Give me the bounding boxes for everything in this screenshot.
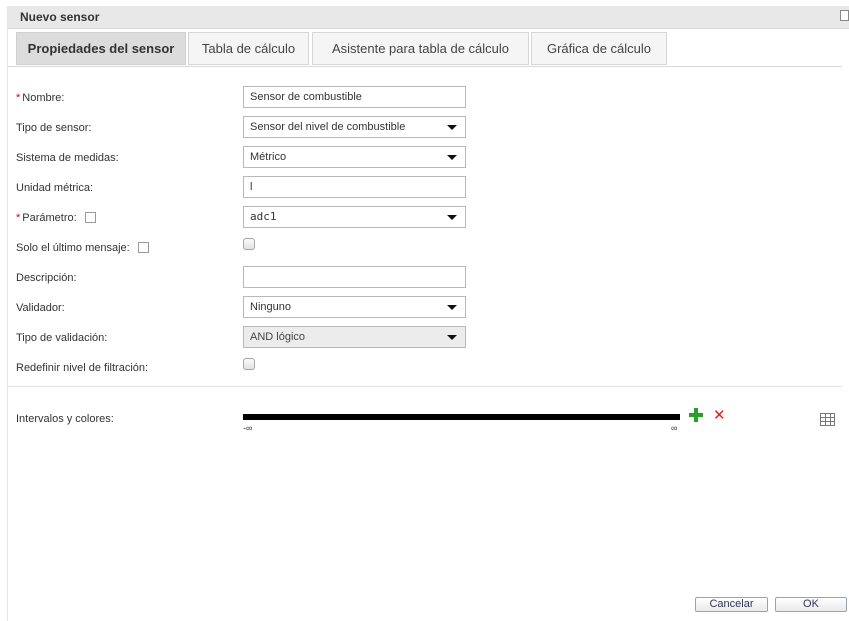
- dialog-titlebar: Nuevo sensor: [8, 6, 849, 29]
- measure-system-select[interactable]: Métrico: [243, 146, 466, 168]
- parameter-value: adc1: [250, 210, 277, 223]
- measure-system-label: Sistema de medidas:: [16, 152, 119, 164]
- validator-value: Ninguno: [250, 301, 291, 313]
- tab-calculation-table-wizard[interactable]: Asistente para tabla de cálculo: [312, 32, 529, 65]
- tab-calculation-table[interactable]: Tabla de cálculo: [188, 32, 309, 65]
- parameter-toggle-checkbox[interactable]: [84, 211, 96, 223]
- dialog-title: Nuevo sensor: [20, 10, 100, 24]
- maximize-icon[interactable]: [840, 10, 849, 21]
- redefine-filter-checkbox[interactable]: [243, 358, 255, 370]
- section-divider: [8, 386, 842, 387]
- validator-label: Validador:: [16, 302, 65, 314]
- sensor-type-label: Tipo de sensor:: [16, 122, 92, 134]
- chevron-down-icon: [447, 335, 457, 340]
- range-max-label: ∞: [671, 423, 678, 433]
- validator-select[interactable]: Ninguno: [243, 296, 466, 318]
- tab-calculation-chart[interactable]: Gráfica de cálculo: [531, 32, 667, 65]
- chevron-down-icon: [447, 125, 457, 130]
- description-input[interactable]: [243, 266, 466, 288]
- metric-unit-input[interactable]: l: [243, 176, 466, 198]
- name-label: * Nombre:: [16, 92, 65, 104]
- last-message-label: Solo el último mensaje:: [16, 241, 149, 254]
- tab-divider: [8, 66, 842, 67]
- plus-icon[interactable]: [689, 408, 703, 422]
- required-mark: *: [16, 212, 21, 224]
- chevron-down-icon: [447, 155, 457, 160]
- validation-type-label: Tipo de validación:: [16, 332, 108, 344]
- last-message-label-checkbox[interactable]: [137, 241, 149, 253]
- table-icon[interactable]: [820, 413, 835, 426]
- name-input[interactable]: Sensor de combustible: [243, 86, 466, 108]
- validation-type-select: AND lógico: [243, 326, 466, 348]
- description-label: Descripción:: [16, 272, 77, 284]
- intervals-label: Intervalos y colores:: [16, 413, 114, 425]
- interval-range-bar[interactable]: [243, 414, 680, 420]
- measure-system-value: Métrico: [250, 151, 287, 163]
- ok-button[interactable]: OK: [775, 597, 847, 612]
- parameter-label: * Parámetro:: [16, 211, 96, 224]
- required-mark: *: [16, 92, 21, 104]
- tab-sensor-properties[interactable]: Propiedades del sensor: [16, 32, 186, 65]
- chevron-down-icon: [447, 305, 457, 310]
- last-message-checkbox[interactable]: [243, 238, 255, 250]
- validation-type-value: AND lógico: [250, 331, 306, 343]
- sensor-type-value: Sensor del nivel de combustible: [250, 121, 406, 133]
- cancel-button[interactable]: Cancelar: [695, 597, 768, 612]
- metric-unit-label: Unidad métrica:: [16, 182, 94, 194]
- parameter-select[interactable]: adc1: [243, 206, 466, 228]
- range-min-label: -∞: [243, 423, 253, 433]
- redefine-filter-label: Redefinir nivel de filtración:: [16, 362, 149, 374]
- chevron-down-icon: [447, 215, 457, 220]
- sensor-type-select[interactable]: Sensor del nivel de combustible: [243, 116, 466, 138]
- close-icon[interactable]: ✕: [713, 408, 726, 423]
